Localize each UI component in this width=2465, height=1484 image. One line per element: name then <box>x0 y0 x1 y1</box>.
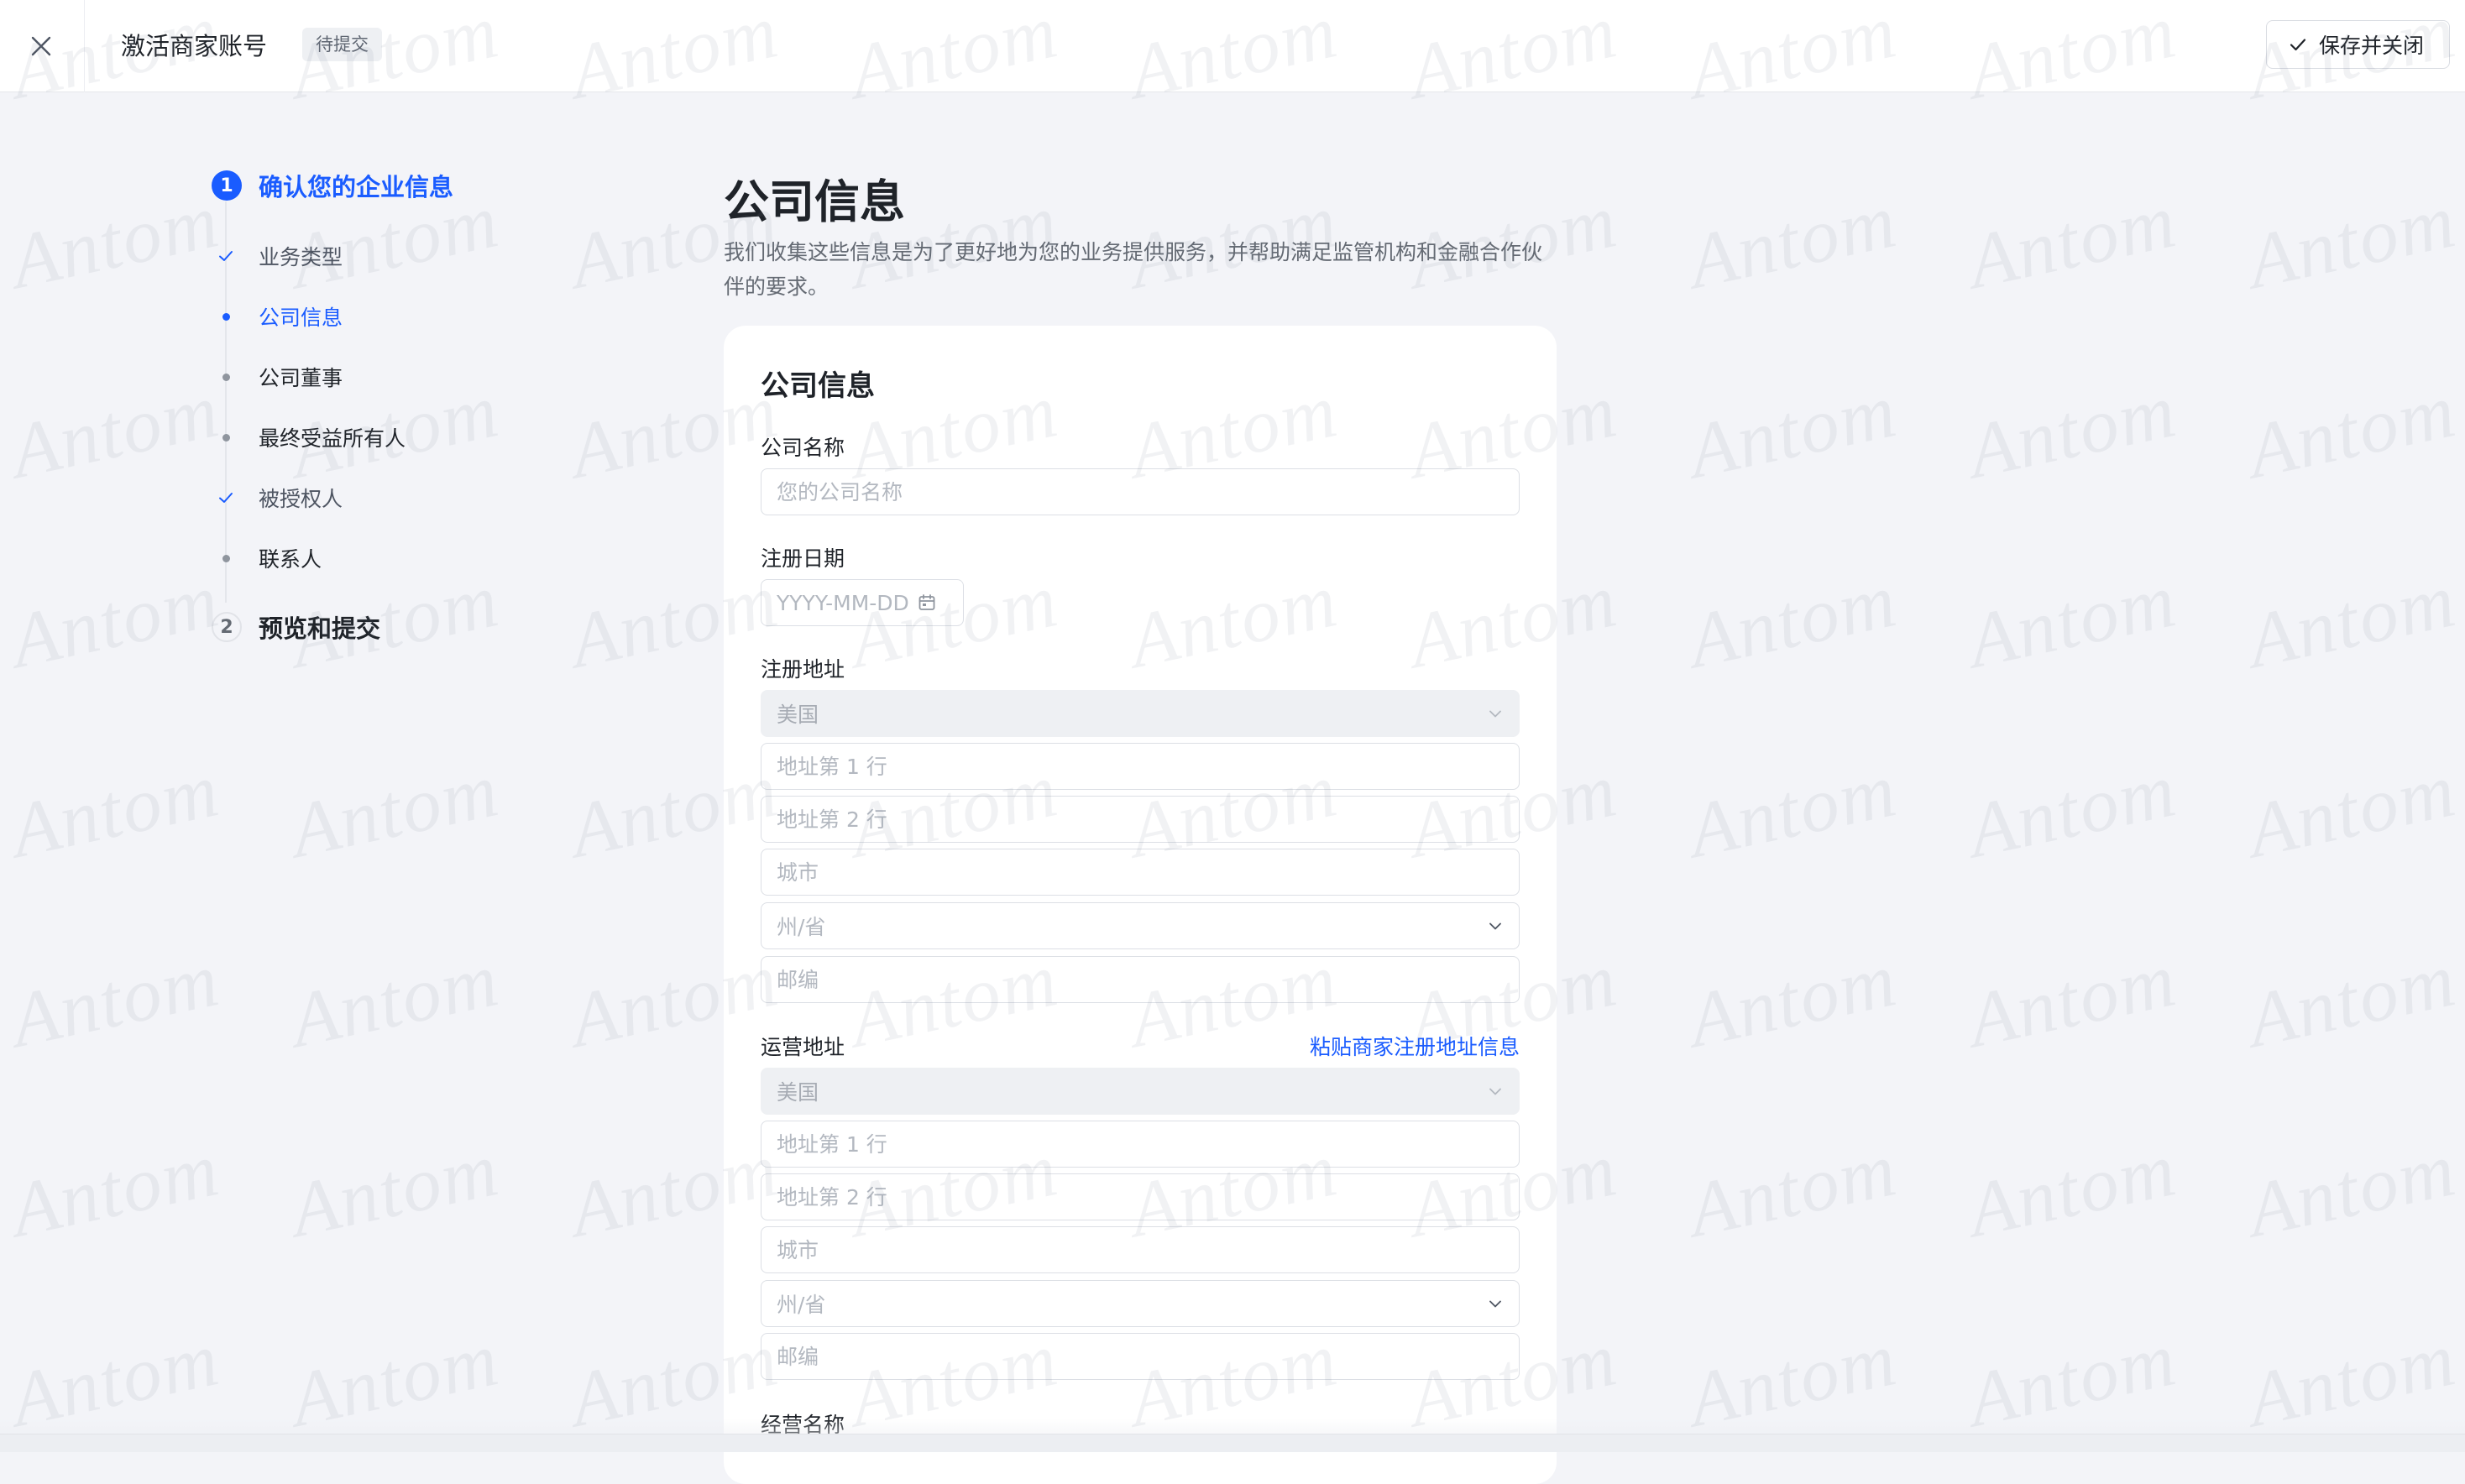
registered-zip-input[interactable] <box>761 956 1520 1003</box>
registered-country-select: 美国 <box>761 690 1520 737</box>
watermark-text: Antom <box>1681 175 1905 306</box>
current-dot-icon <box>222 313 230 321</box>
operating-address-label: 运营地址 <box>761 1031 845 1061</box>
state-placeholder: 州/省 <box>777 911 825 941</box>
operating-zip-input[interactable] <box>761 1333 1520 1380</box>
company-info-card: 公司信息 公司名称 注册日期 YYYY-MM-DD 注册地址 美国 州/省 运营… <box>724 326 1557 1484</box>
watermark-text: Antom <box>1681 745 1905 875</box>
registration-date-picker[interactable]: YYYY-MM-DD <box>761 579 964 626</box>
substep-contact[interactable]: 联系人 <box>217 541 322 575</box>
header-divider <box>84 0 85 92</box>
watermark-text: Antom <box>1960 555 2185 686</box>
watermark-text: Antom <box>3 555 228 686</box>
status-badge: 待提交 <box>302 28 382 61</box>
check-icon <box>2289 35 2307 54</box>
close-button[interactable] <box>18 24 64 69</box>
watermark-text: Antom <box>283 745 507 875</box>
watermark-text: Antom <box>1960 934 2185 1065</box>
watermark-text: Antom <box>1681 934 1905 1065</box>
substep-label: 公司董事 <box>259 362 343 392</box>
save-and-close-label: 保存并关闭 <box>2319 29 2424 60</box>
substep-ultimate-beneficial-owner[interactable]: 最终受益所有人 <box>217 421 406 454</box>
registered-city-input[interactable] <box>761 849 1520 896</box>
substep-label: 联系人 <box>259 543 322 573</box>
watermark-text: Antom <box>2240 745 2464 875</box>
country-value: 美国 <box>777 1076 819 1106</box>
watermark-text: Antom <box>3 175 228 306</box>
substep-label: 被授权人 <box>259 483 343 513</box>
watermark-text: Antom <box>2240 934 2464 1065</box>
substep-company-info[interactable]: 公司信息 <box>217 300 343 333</box>
chevron-down-icon <box>1487 917 1504 934</box>
watermark-text: Antom <box>3 745 228 875</box>
watermark-text: Antom <box>1960 1124 2185 1255</box>
chevron-down-icon <box>1487 1083 1504 1100</box>
step-number-badge: 1 <box>212 170 242 201</box>
save-and-close-button[interactable]: 保存并关闭 <box>2266 20 2450 69</box>
bottom-scroll-edge <box>0 1434 2465 1452</box>
calendar-icon <box>918 593 936 612</box>
pending-dot-icon <box>222 374 230 381</box>
watermark-text: Antom <box>1681 555 1905 686</box>
operating-address-line1-input[interactable] <box>761 1121 1520 1168</box>
step-label: 确认您的企业信息 <box>259 168 453 203</box>
step-label: 预览和提交 <box>259 609 380 645</box>
substep-label: 最终受益所有人 <box>259 422 406 452</box>
company-name-label: 公司名称 <box>761 431 845 462</box>
state-placeholder: 州/省 <box>777 1288 825 1319</box>
page-description: 我们收集这些信息是为了更好地为您的业务提供服务，并帮助满足监管机构和金融合作伙伴… <box>724 235 1555 304</box>
top-header: 激活商家账号 待提交 保存并关闭 <box>0 0 2465 92</box>
registered-address-line1-input[interactable] <box>761 743 1520 790</box>
page-title: 公司信息 <box>724 165 905 231</box>
operating-country-select: 美国 <box>761 1068 1520 1115</box>
substep-label: 业务类型 <box>259 241 343 271</box>
check-icon <box>217 248 234 264</box>
date-placeholder: YYYY-MM-DD <box>777 591 909 615</box>
watermark-text: Antom <box>1960 365 2185 496</box>
step-2[interactable]: 2 预览和提交 <box>212 609 380 645</box>
page-header-title: 激活商家账号 <box>121 27 267 62</box>
watermark-text: Antom <box>3 934 228 1065</box>
chevron-down-icon <box>1487 705 1504 722</box>
watermark-text: Antom <box>1960 175 2185 306</box>
operating-city-input[interactable] <box>761 1226 1520 1273</box>
pending-dot-icon <box>222 555 230 562</box>
watermark-text: Antom <box>2240 1124 2464 1255</box>
watermark-text: Antom <box>1681 365 1905 496</box>
country-value: 美国 <box>777 698 819 729</box>
registered-address-label: 注册地址 <box>761 653 845 683</box>
watermark-text: Antom <box>3 1124 228 1255</box>
step-number-badge: 2 <box>212 612 242 642</box>
company-name-input[interactable] <box>761 468 1520 515</box>
pending-dot-icon <box>222 434 230 442</box>
watermark-text: Antom <box>1960 745 2185 875</box>
substep-label: 公司信息 <box>259 301 343 332</box>
watermark-text: Antom <box>3 365 228 496</box>
registered-address-line2-input[interactable] <box>761 796 1520 843</box>
close-icon <box>29 34 53 58</box>
registered-state-select[interactable]: 州/省 <box>761 902 1520 949</box>
watermark-text: Antom <box>2240 365 2464 496</box>
substep-company-directors[interactable]: 公司董事 <box>217 360 343 394</box>
chevron-down-icon <box>1487 1295 1504 1312</box>
watermark-text: Antom <box>2240 555 2464 686</box>
watermark-text: Antom <box>283 934 507 1065</box>
registration-date-label: 注册日期 <box>761 542 845 572</box>
substep-authorized-person[interactable]: 被授权人 <box>217 481 343 515</box>
substep-business-type[interactable]: 业务类型 <box>217 239 343 273</box>
operating-state-select[interactable]: 州/省 <box>761 1280 1520 1327</box>
paste-registered-address-link[interactable]: 粘贴商家注册地址信息 <box>1310 1031 1520 1061</box>
check-icon <box>217 489 234 506</box>
operating-address-line2-input[interactable] <box>761 1173 1520 1220</box>
watermark-text: Antom <box>2240 175 2464 306</box>
watermark-text: Antom <box>283 1124 507 1255</box>
watermark-text: Antom <box>1681 1124 1905 1255</box>
card-title: 公司信息 <box>761 363 875 404</box>
step-1[interactable]: 1 确认您的企业信息 <box>212 168 453 203</box>
